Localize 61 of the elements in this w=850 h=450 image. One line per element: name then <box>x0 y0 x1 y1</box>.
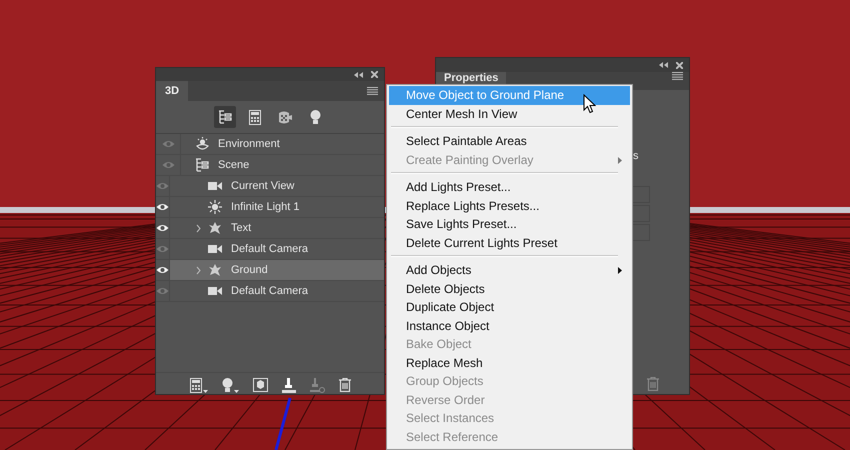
menu-item[interactable]: Delete Current Lights Preset <box>389 234 630 252</box>
layer-name: Scene <box>218 159 250 171</box>
menu-item[interactable]: Replace Lights Presets... <box>389 196 630 215</box>
eye-icon[interactable] <box>156 224 169 232</box>
dropdown-arrow-icon[interactable] <box>202 390 208 392</box>
menu-item[interactable]: Duplicate Object <box>389 298 630 316</box>
dropdown-arrow-icon[interactable] <box>234 390 238 392</box>
layer-row[interactable]: Default Camera <box>170 239 384 259</box>
layer-name: Environment <box>218 138 280 150</box>
menu-item[interactable]: Add Objects <box>389 261 630 280</box>
star-mesh-icon <box>208 263 222 277</box>
environment-icon <box>194 136 210 152</box>
mesh-menu-icon <box>190 378 202 392</box>
video-camera-icon <box>208 243 222 255</box>
layer-row[interactable]: Environment <box>181 134 371 154</box>
menu-item[interactable]: Select Paintable Areas <box>389 132 630 150</box>
layer-row[interactable]: Ground <box>170 260 384 280</box>
menu-item[interactable]: Add Lights Preset... <box>389 178 630 196</box>
menu-icon[interactable] <box>367 87 378 95</box>
menu-item[interactable]: Delete Objects <box>389 280 630 298</box>
video-camera-icon <box>208 180 222 192</box>
filter-button[interactable] <box>214 106 236 128</box>
layer-row[interactable]: Text <box>170 218 384 238</box>
menu-icon[interactable] <box>672 72 683 80</box>
collapse-icon[interactable] <box>354 72 363 78</box>
layer-name: Infinite Light 1 <box>231 201 300 213</box>
layer-row[interactable]: Scene <box>181 155 371 175</box>
scene-tree-icon <box>218 110 232 124</box>
calculator-icon <box>249 110 261 124</box>
layer-row[interactable]: Default Camera <box>170 281 384 301</box>
eye-icon[interactable] <box>156 203 169 211</box>
material-icon <box>278 110 292 124</box>
eye-icon[interactable] <box>156 266 169 274</box>
trash-icon <box>338 378 350 392</box>
layer-name: Current View <box>231 180 294 192</box>
layer-name: Text <box>231 222 252 234</box>
close-icon[interactable] <box>371 71 378 78</box>
property-label: s <box>633 150 638 162</box>
star-mesh-icon <box>208 221 222 235</box>
layer-row[interactable]: Current View <box>170 176 384 196</box>
panel-tab[interactable]: Properties <box>436 72 506 84</box>
collapse-icon[interactable] <box>659 62 668 68</box>
layer-name: Default Camera <box>231 285 308 297</box>
light-menu-icon <box>222 378 232 392</box>
render-icon <box>252 378 268 392</box>
drop-to-plane-icon <box>310 378 324 392</box>
close-icon[interactable] <box>676 62 683 68</box>
layer-row[interactable]: Infinite Light 1 <box>170 197 384 217</box>
drop-to-plane-icon <box>282 378 296 392</box>
scene-tree-icon <box>195 158 209 172</box>
menu-item[interactable]: Replace Mesh <box>389 354 630 372</box>
menu-item[interactable]: Save Lights Preset... <box>389 215 630 234</box>
menu-item[interactable]: Center Mesh In View <box>389 104 630 123</box>
layer-name: Default Camera <box>231 243 308 255</box>
light-bulb-icon <box>310 110 320 124</box>
menu-item[interactable]: Instance Object <box>389 316 630 335</box>
sun-icon <box>208 200 222 214</box>
panel-tab[interactable]: 3D <box>156 81 188 101</box>
mouse-pointer-icon <box>583 94 596 114</box>
video-camera-icon <box>208 285 222 297</box>
layer-name: Ground <box>231 264 268 276</box>
